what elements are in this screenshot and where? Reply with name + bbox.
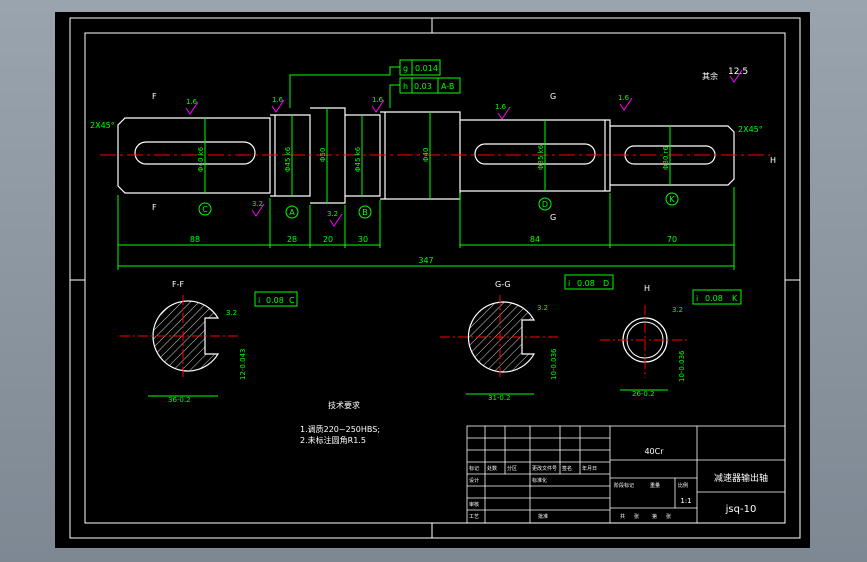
tech-req-item-1: 1.调质220~250HBS; xyxy=(300,424,380,434)
gtol-runout-value: 0.03 xyxy=(414,82,432,91)
tb-d4: 共 xyxy=(620,513,625,520)
dim-seg6: 70 xyxy=(667,235,677,244)
gtol-runout-symbol: h xyxy=(403,82,408,91)
dim-seg1: 88 xyxy=(190,235,200,244)
tb-a3: 更改文件号 xyxy=(532,465,557,472)
tb-b2: 标准化 xyxy=(532,477,547,484)
cut-f-top: F xyxy=(152,92,157,101)
dim-seg5: 84 xyxy=(530,235,540,244)
tb-d0: 工艺 xyxy=(469,514,479,520)
scale: 1:1 xyxy=(680,497,691,505)
section-f-gtol-datum: C xyxy=(289,296,295,305)
roughness-7: 1.6 xyxy=(618,94,630,102)
section-h-gtol-datum: K xyxy=(732,294,738,303)
datum-b: B xyxy=(362,208,368,217)
dia-label-6: Φ35 k6 xyxy=(537,144,545,170)
part-name: 减速器输出轴 xyxy=(714,472,768,484)
dia-label-1: Φ40 k6 xyxy=(197,146,205,172)
tb-d5: 张 xyxy=(634,513,639,520)
section-g-gtol-symbol: i xyxy=(568,279,570,288)
section-h-depth: 26-0.2 xyxy=(632,390,655,398)
others-value: 12.5 xyxy=(728,67,748,77)
tb-b6: 比例 xyxy=(678,482,688,489)
section-f-width: 12-0.043 xyxy=(239,349,247,380)
roughness-5: 1.6 xyxy=(495,103,507,111)
section-h-title: H xyxy=(644,284,650,293)
section-f-depth: 36-0.2 xyxy=(168,396,191,404)
dia-label-4: Φ45 k6 xyxy=(354,146,362,172)
tb-a4: 签名 xyxy=(562,465,572,472)
tb-a2: 分区 xyxy=(507,465,517,472)
tb-d2: 批准 xyxy=(538,513,548,520)
tb-a0: 标记 xyxy=(469,465,479,472)
section-g-gtol-datum: D xyxy=(603,279,609,288)
drawing-number: jsq-10 xyxy=(725,504,757,515)
section-f-gtol-symbol: i xyxy=(258,296,260,305)
dia-label-7: Φ30 r6 xyxy=(662,145,670,170)
tb-d7: 张 xyxy=(666,513,671,520)
gtol-flatness-value: 0.014 xyxy=(415,64,438,73)
dim-seg4: 30 xyxy=(358,235,368,244)
section-f-roughness: 3.2 xyxy=(226,309,237,317)
dim-total: 347 xyxy=(418,256,433,265)
cut-g-bottom: G xyxy=(550,213,556,222)
dim-seg3: 20 xyxy=(323,235,333,244)
chamfer-left: 2X45° xyxy=(90,121,115,130)
section-h-width: 10-0.036 xyxy=(678,350,686,382)
gtol-flatness-symbol: g xyxy=(403,64,408,73)
tb-a1: 处数 xyxy=(487,465,497,472)
dia-label-2: Φ45 k6 xyxy=(284,146,292,172)
section-g-title: G-G xyxy=(495,280,511,289)
section-h-gtol-symbol: i xyxy=(696,294,698,303)
dim-seg2: 28 xyxy=(287,235,297,244)
cad-viewport[interactable]: Φ40 k6 Φ45 k6 Φ50 Φ45 k6 Φ40 Φ35 k6 Φ30 … xyxy=(0,0,867,562)
tb-d6: 第 xyxy=(652,513,657,520)
gtol-runout-datum: A-B xyxy=(441,82,454,91)
section-f-title: F-F xyxy=(172,280,184,289)
roughness-4: 3.2 xyxy=(252,200,263,208)
tb-c0: 审核 xyxy=(469,501,479,508)
dia-label-3: Φ50 xyxy=(319,148,327,162)
datum-d: D xyxy=(542,200,548,209)
roughness-6: 3.2 xyxy=(327,210,338,218)
datum-a: A xyxy=(289,208,295,217)
drawing-canvas[interactable]: Φ40 k6 Φ45 k6 Φ50 Φ45 k6 Φ40 Φ35 k6 Φ30 … xyxy=(0,0,867,562)
section-f-gtol-value: 0.08 xyxy=(266,296,284,305)
datum-k: K xyxy=(669,195,675,204)
chamfer-right: 2X45° xyxy=(738,125,763,134)
tb-b0: 设计 xyxy=(469,477,479,484)
tb-b5: 重量 xyxy=(650,482,660,489)
material: 40Cr xyxy=(644,447,664,456)
tech-req-item-2: 2.未标注圆角R1.5 xyxy=(300,435,366,445)
cut-f-bottom: F xyxy=(152,203,157,212)
cut-g-top: G xyxy=(550,92,556,101)
section-g-width: 10-0.036 xyxy=(550,348,558,380)
section-h-roughness: 3.2 xyxy=(672,306,683,314)
tb-b4: 阶段标记 xyxy=(614,482,634,489)
section-h-gtol-value: 0.08 xyxy=(705,294,723,303)
dia-label-5: Φ40 xyxy=(422,148,430,162)
cut-h-right: H xyxy=(770,156,776,165)
tb-a5: 年月日 xyxy=(582,465,597,472)
section-g-gtol-value: 0.08 xyxy=(577,279,595,288)
tech-req-heading: 技术要求 xyxy=(328,400,360,410)
section-g-depth: 31-0.2 xyxy=(488,394,511,402)
datum-c: C xyxy=(202,205,208,214)
others-label: 其余 xyxy=(702,71,718,81)
section-g-roughness: 3.2 xyxy=(537,304,548,312)
